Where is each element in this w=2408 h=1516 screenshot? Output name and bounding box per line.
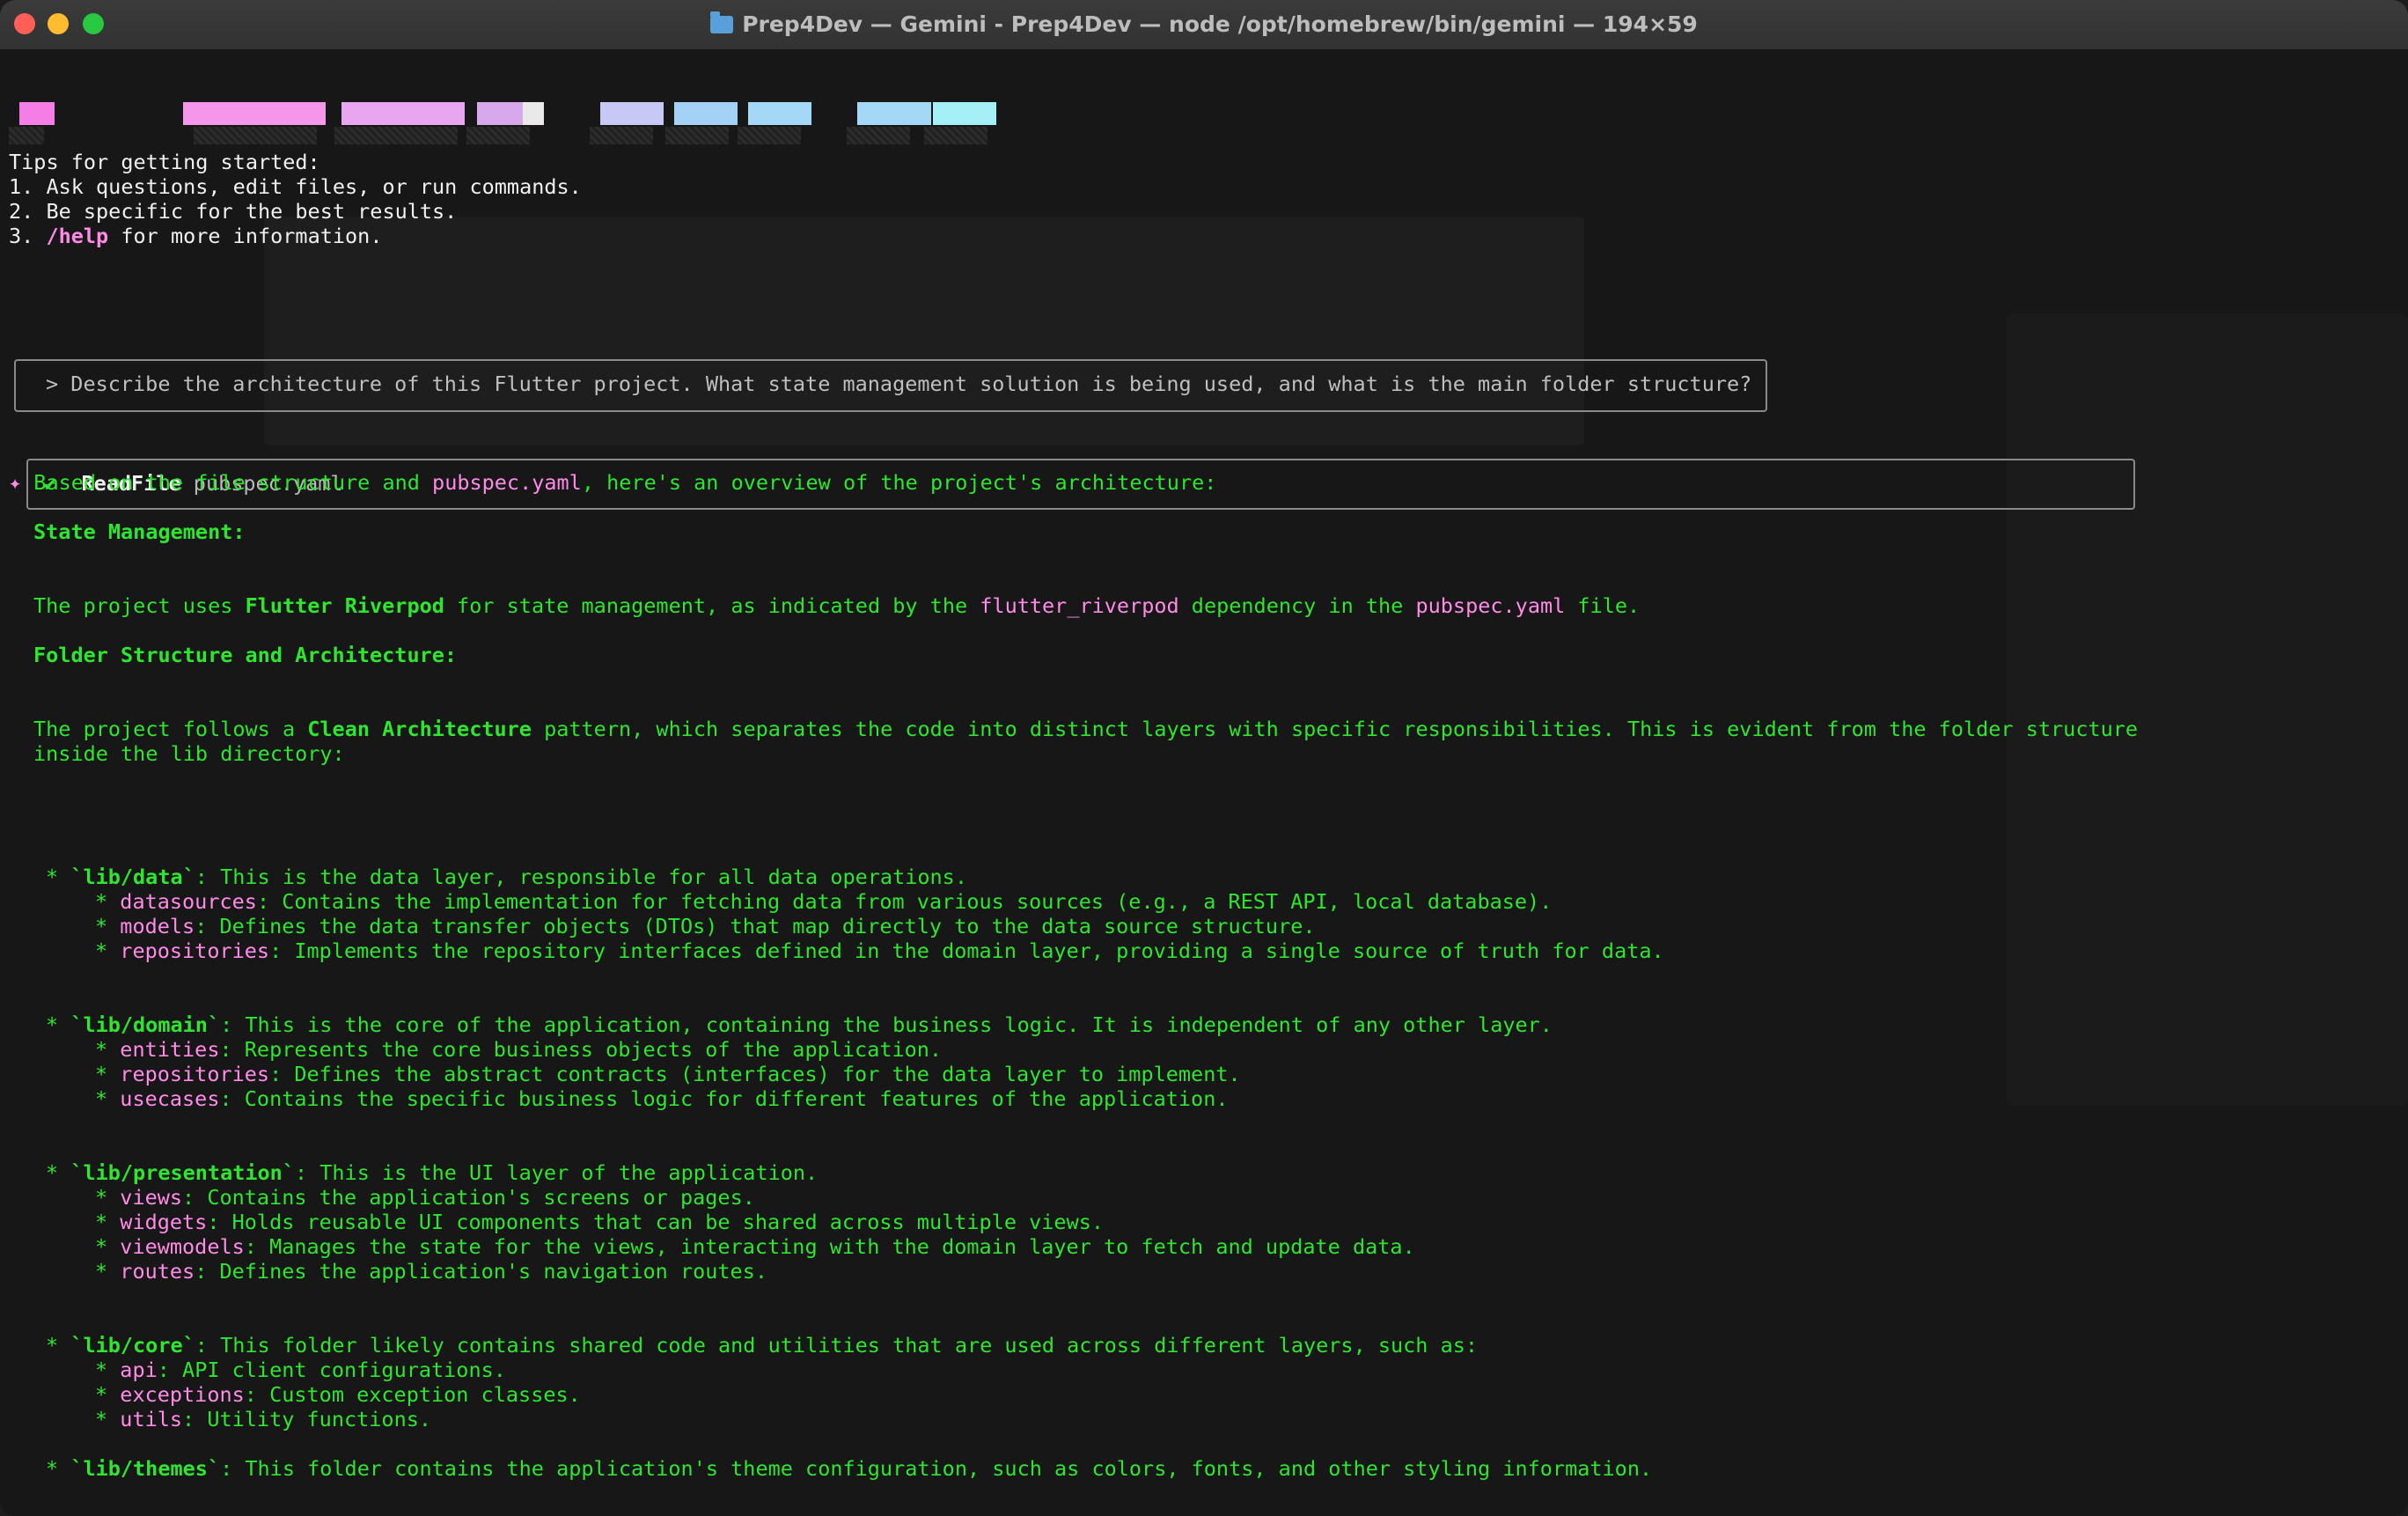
state-heading: State Management: — [33, 519, 246, 544]
section-item: * widgets: Holds reusable UI components … — [95, 1210, 1105, 1234]
section-heading: * `lib/themes`: This folder contains the… — [46, 1456, 1653, 1481]
prompt-box[interactable]: > Describe the architecture of this Flut… — [14, 359, 1767, 412]
section-heading: * `lib/presentation`: This is the UI lay… — [46, 1160, 819, 1185]
section-item: * exceptions: Custom exception classes. — [95, 1382, 581, 1407]
window-title-wrap: Prep4Dev — Gemini - Prep4Dev — node /opt… — [0, 0, 2408, 49]
section-item: * datasources: Contains the implementati… — [95, 889, 1553, 914]
terminal-window: Prep4Dev — Gemini - Prep4Dev — node /opt… — [0, 0, 2408, 1516]
section-path: `lib/domain` — [70, 1012, 221, 1037]
tip-item: 1. Ask questions, edit files, or run com… — [9, 174, 582, 199]
arch-text-cont: inside the lib directory: — [33, 741, 345, 766]
response-intro: ✦ Based on the file structure and pubspe… — [9, 470, 1217, 495]
section-item: * views: Contains the application's scre… — [95, 1185, 755, 1210]
prompt-text: > Describe the architecture of this Flut… — [46, 372, 1752, 396]
section-item: * repositories: Defines the abstract con… — [95, 1062, 1241, 1086]
section-heading: * `lib/domain`: This is the core of the … — [46, 1012, 1553, 1037]
background-ghost — [2007, 313, 2408, 1106]
section-item: * usecases: Contains the specific busine… — [95, 1086, 1229, 1111]
folder-heading: Folder Structure and Architecture: — [33, 643, 458, 667]
title-bar: Prep4Dev — Gemini - Prep4Dev — node /opt… — [0, 0, 2408, 51]
tip-item-help: 3. /help for more information. — [9, 224, 383, 248]
help-command: /help — [46, 224, 109, 248]
section-path: `lib/themes` — [70, 1456, 221, 1481]
section-item: * repositories: Implements the repositor… — [95, 938, 1664, 963]
tips-heading: Tips for getting started: — [9, 150, 320, 174]
arch-text: The project follows a Clean Architecture… — [33, 717, 2139, 741]
section-heading: * `lib/data`: This is the data layer, re… — [46, 865, 967, 889]
tip-item: 2. Be specific for the best results. — [9, 199, 458, 224]
folder-icon — [710, 11, 734, 33]
section-item: * entities: Represents the core business… — [95, 1037, 943, 1062]
window-title: Prep4Dev — Gemini - Prep4Dev — node /opt… — [742, 11, 1698, 37]
section-path: `lib/presentation` — [70, 1160, 295, 1185]
state-text: The project uses Flutter Riverpod for st… — [33, 593, 1641, 618]
section-heading: * `lib/core`: This folder likely contain… — [46, 1333, 1479, 1358]
sparkle-icon: ✦ — [9, 470, 22, 495]
section-path: `lib/core` — [70, 1333, 195, 1358]
section-path: `lib/data` — [70, 865, 195, 889]
section-item: * models: Defines the data transfer obje… — [95, 914, 1316, 938]
section-item: * api: API client configurations. — [95, 1358, 506, 1382]
section-item: * viewmodels: Manages the state for the … — [95, 1234, 1415, 1259]
section-item: * routes: Defines the application's navi… — [95, 1259, 768, 1284]
section-item: * utils: Utility functions. — [95, 1407, 432, 1431]
terminal-content[interactable]: Tips for getting started: 1. Ask questio… — [0, 49, 2408, 1516]
gemini-logo — [9, 102, 1003, 151]
